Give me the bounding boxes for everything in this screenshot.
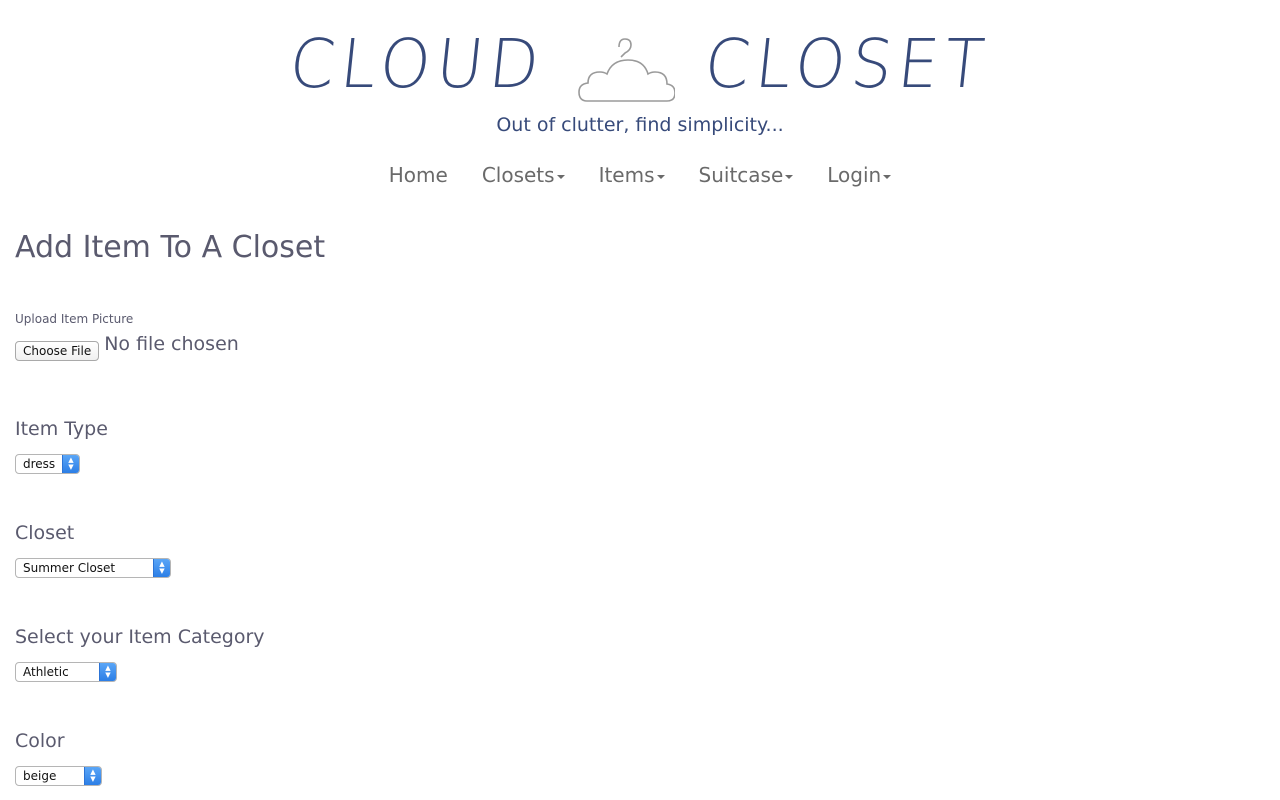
logo-word-cloud: CLOUD	[286, 26, 550, 104]
closet-select[interactable]: Summer Closet ▲ ▼	[15, 558, 171, 578]
caret-down-icon	[883, 174, 892, 179]
category-select[interactable]: Athletic ▲ ▼	[15, 662, 117, 682]
color-label: Color	[15, 730, 65, 752]
main-nav: Home Closets Items Suitcase Login	[0, 163, 1280, 187]
choose-file-button[interactable]: Choose File	[15, 341, 100, 361]
select-arrows-icon: ▲ ▼	[84, 767, 101, 785]
logo-word-closet: CLOSET	[700, 26, 994, 104]
select-arrows-icon: ▲ ▼	[99, 663, 116, 681]
select-arrows-icon: ▲ ▼	[153, 559, 170, 577]
closet-value: Summer Closet	[23, 561, 116, 575]
upload-picture-label: Upload Item Picture	[15, 312, 134, 326]
category-label: Select your Item Category	[15, 626, 265, 648]
nav-closets-dropdown[interactable]: Closets	[482, 163, 565, 187]
cloud-hanger-icon	[578, 38, 675, 102]
nav-home[interactable]: Home	[389, 163, 448, 187]
nav-login-label: Login	[827, 163, 882, 187]
file-upload-field: Choose File No file chosen	[15, 332, 239, 361]
caret-down-icon	[656, 174, 665, 179]
item-type-value: dress	[23, 457, 56, 471]
nav-suitcase-dropdown[interactable]: Suitcase	[699, 163, 794, 187]
category-value: Athletic	[23, 665, 69, 679]
site-logo[interactable]: CLOUD CLOSET	[0, 26, 1280, 104]
nav-items-dropdown[interactable]: Items	[599, 163, 665, 187]
nav-closets-label: Closets	[481, 163, 555, 187]
caret-down-icon	[785, 174, 794, 179]
color-select[interactable]: beige ▲ ▼	[15, 766, 102, 786]
nav-home-label: Home	[388, 163, 448, 187]
site-tagline: Out of clutter, find simplicity...	[496, 114, 784, 136]
nav-items-label: Items	[598, 163, 655, 187]
nav-login-dropdown[interactable]: Login	[827, 163, 892, 187]
item-type-label: Item Type	[15, 418, 108, 440]
nav-suitcase-label: Suitcase	[698, 163, 784, 187]
page-title: Add Item To A Closet	[15, 230, 326, 265]
item-type-select[interactable]: dress ▲ ▼	[15, 454, 80, 474]
caret-down-icon	[556, 174, 565, 179]
site-header: CLOUD CLOSET Out of clutter, find simpli…	[0, 0, 1280, 210]
closet-label: Closet	[15, 522, 75, 544]
color-value: beige	[23, 769, 57, 783]
file-status-text: No file chosen	[104, 333, 239, 355]
select-arrows-icon: ▲ ▼	[62, 455, 79, 473]
